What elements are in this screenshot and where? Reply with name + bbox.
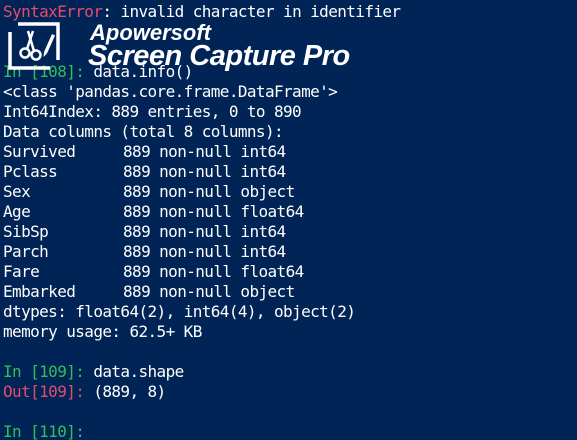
columns-header: Data columns (total 8 columns): (3, 122, 284, 141)
output-line-109: Out[109]: (889, 8) (3, 382, 166, 402)
column-name: Embarked (3, 282, 76, 301)
column-info: 889 non-null float64 (123, 202, 304, 221)
column-row: SibSp 889 non-null int64 (3, 222, 286, 242)
column-info: 889 non-null object (123, 182, 295, 201)
class-line: <class 'pandas.core.frame.DataFrame'> (3, 82, 338, 101)
column-info: 889 non-null int64 (123, 222, 286, 241)
watermark-product: Screen Capture Pro (88, 40, 350, 72)
index-line: Int64Index: 889 entries, 0 to 890 (3, 102, 302, 121)
column-info: 889 non-null int64 (123, 162, 286, 181)
code-109: data.shape (84, 362, 184, 381)
watermark: Apowersoft Screen Capture Pro (8, 20, 378, 74)
column-row: Embarked 889 non-null object (3, 282, 295, 302)
column-row: Fare 889 non-null float64 (3, 262, 304, 282)
scissors-pen-icon (8, 22, 60, 70)
error-line: SyntaxError: invalid character in identi… (3, 2, 401, 22)
column-name: Pclass (3, 162, 58, 181)
out-prompt-109: Out[109]: (3, 382, 85, 401)
column-info: 889 non-null object (123, 282, 295, 301)
column-name: Age (3, 202, 31, 221)
column-name: Parch (3, 242, 49, 261)
column-info: 889 non-null float64 (123, 262, 304, 281)
column-name: Survived (3, 142, 76, 161)
column-name: SibSp (3, 222, 49, 241)
ipython-console[interactable]: SyntaxError: invalid character in identi… (0, 0, 577, 440)
column-row: Survived 889 non-null int64 (3, 142, 286, 162)
column-row: Age 889 non-null float64 (3, 202, 304, 222)
memory-line: memory usage: 62.5+ KB (3, 322, 202, 341)
column-row: Sex 889 non-null object (3, 182, 295, 202)
column-name: Fare (3, 262, 40, 281)
output-value-109: (889, 8) (84, 382, 166, 401)
column-info: 889 non-null int64 (123, 242, 286, 261)
error-label: SyntaxError (3, 2, 103, 21)
column-info: 889 non-null int64 (123, 142, 286, 161)
in-prompt-110: In [110]: (3, 422, 85, 440)
dtypes-line: dtypes: float64(2), int64(4), object(2) (3, 302, 356, 321)
input-line-109: In [109]: data.shape (3, 362, 184, 382)
column-name: Sex (3, 182, 31, 201)
column-row: Parch 889 non-null int64 (3, 242, 286, 262)
in-prompt-109: In [109]: (3, 362, 85, 381)
input-line-110[interactable]: In [110]: (3, 422, 85, 440)
column-row: Pclass 889 non-null int64 (3, 162, 286, 182)
error-message: : invalid character in identifier (102, 2, 401, 21)
